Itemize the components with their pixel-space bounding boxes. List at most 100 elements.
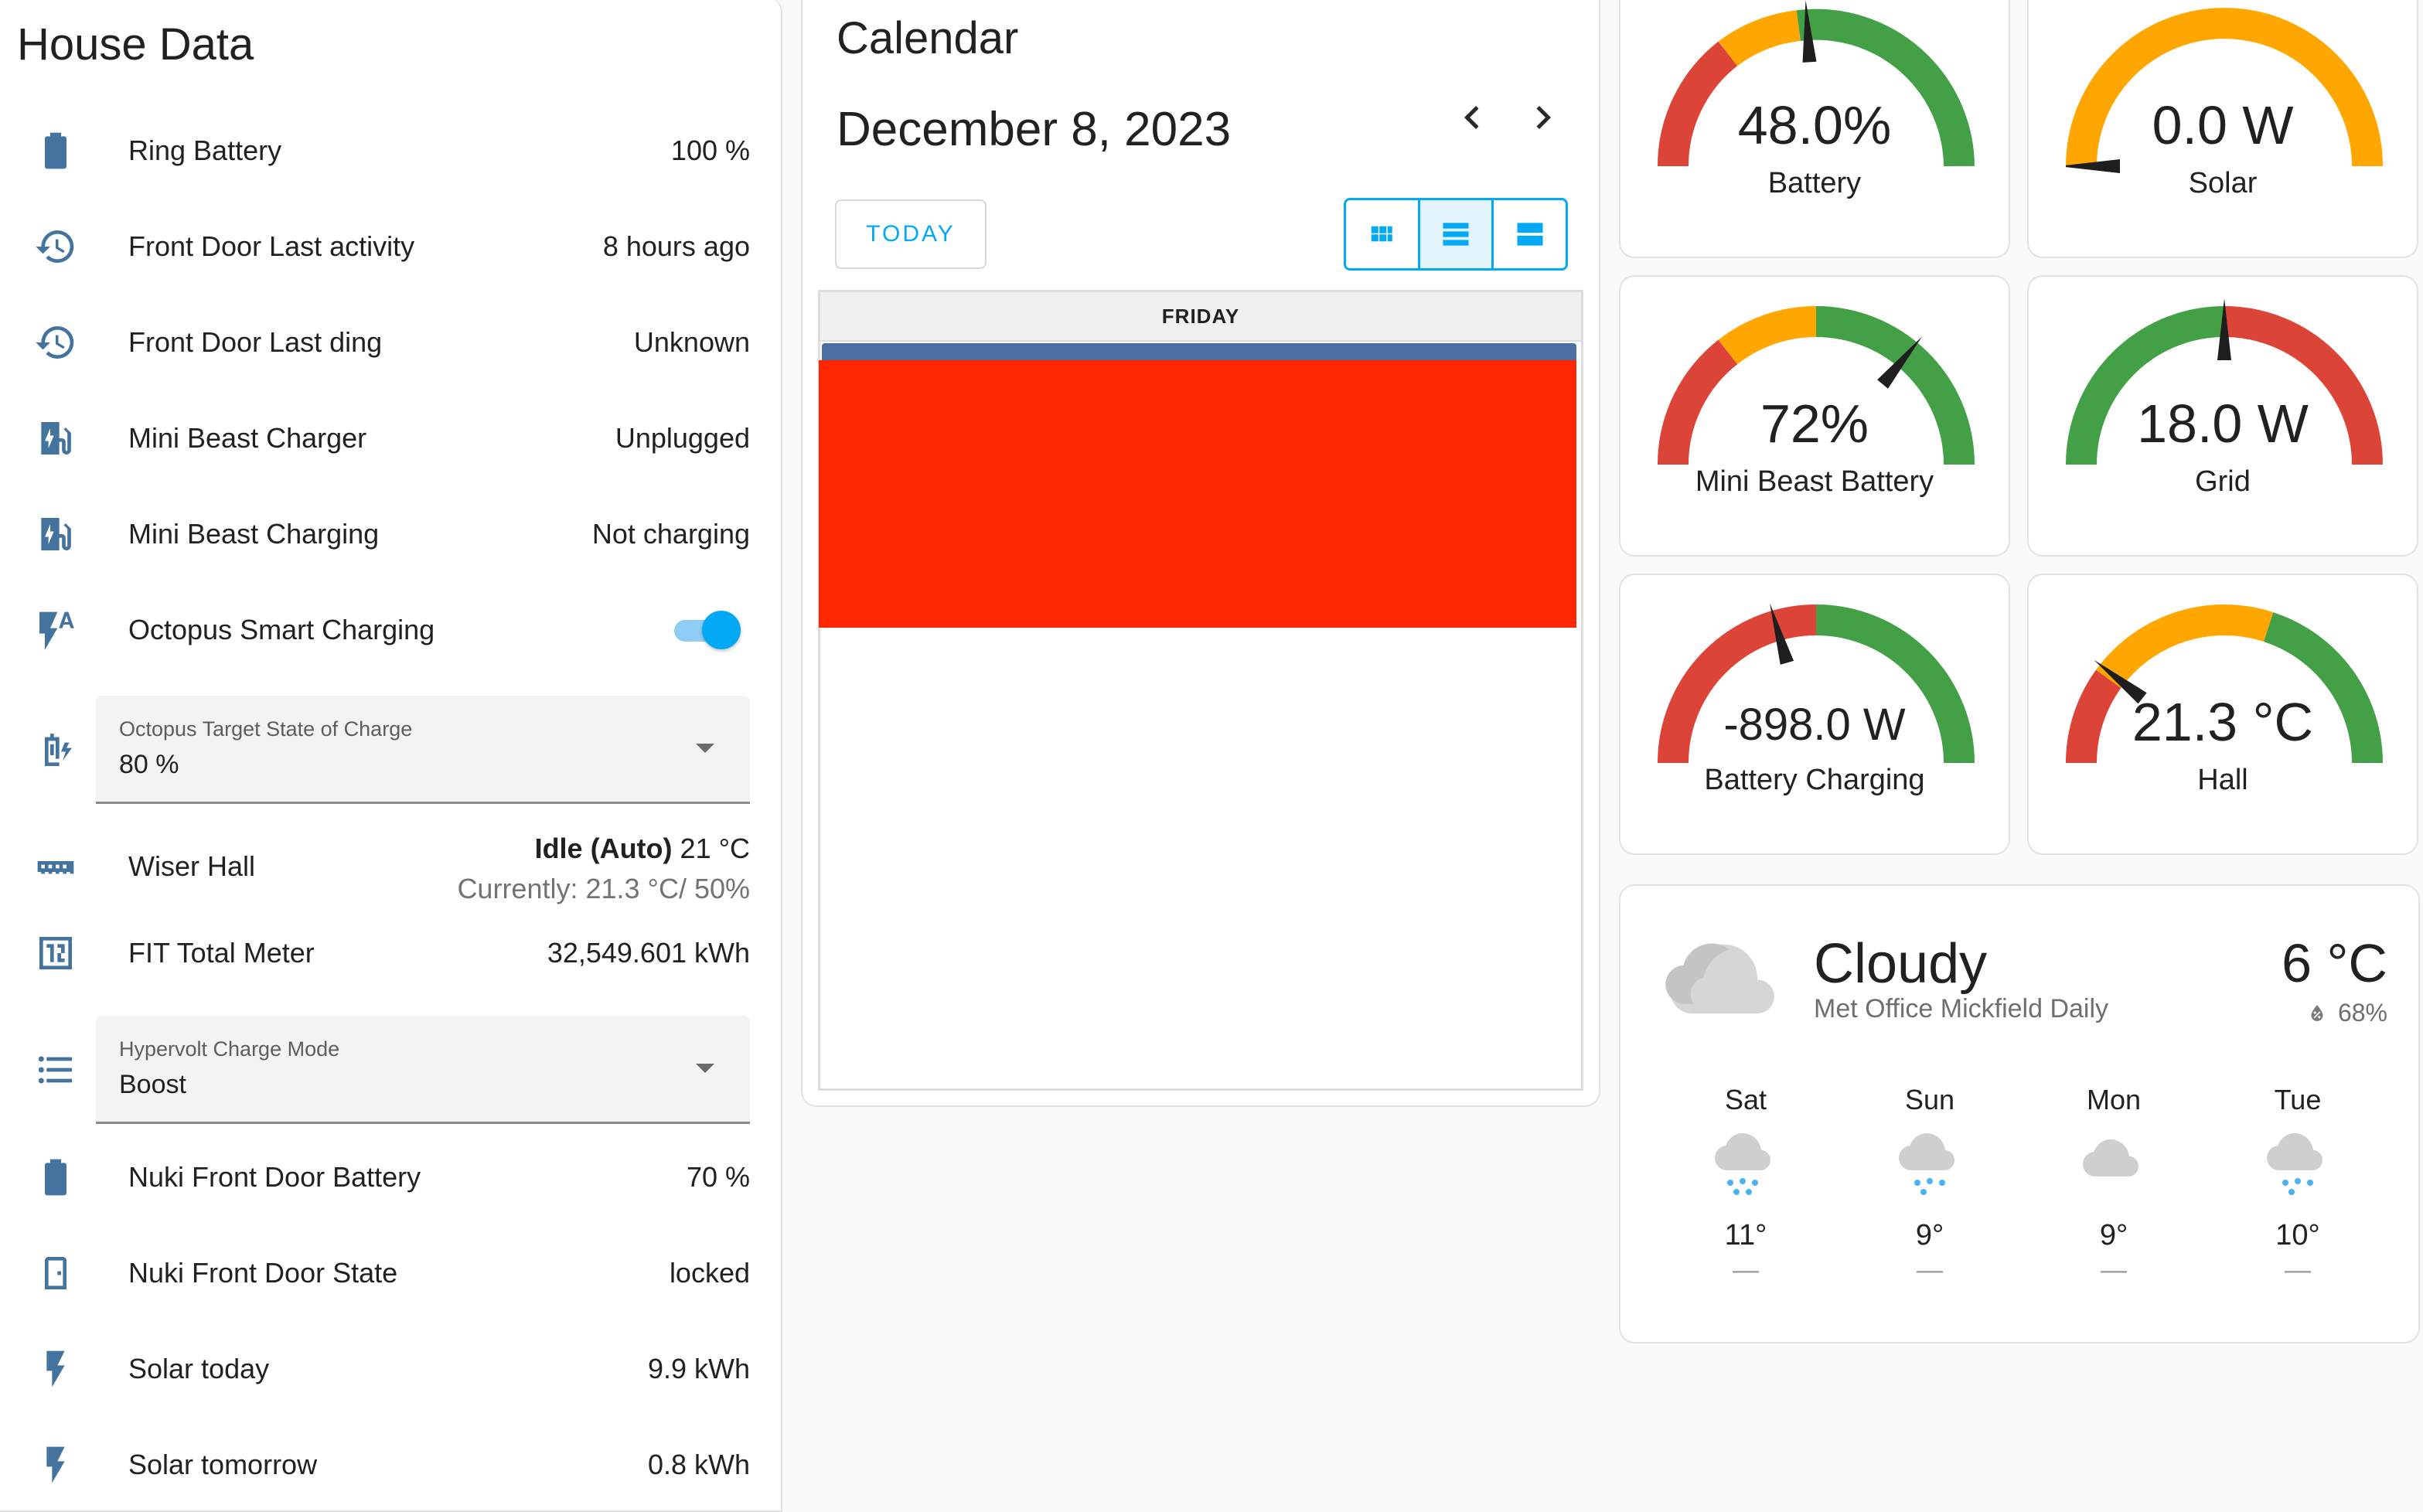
calendar-current-date: December 8, 2023 (837, 103, 1232, 156)
forecast-day: Tue 10° — (2228, 1084, 2367, 1286)
entity-value: 32,549.601 kWh (547, 937, 750, 969)
prev-day-button[interactable] (1449, 94, 1495, 152)
gauge-card-hall[interactable]: 21.3 °C Hall (2027, 574, 2418, 855)
forecast-temp: 11° (1724, 1219, 1767, 1251)
week-list-icon (1443, 223, 1469, 246)
select-label: Hypervolt Charge Mode (119, 1037, 340, 1061)
rainy-icon (1714, 1133, 1770, 1195)
forecast-day-label: Mon (2086, 1084, 2142, 1115)
entity-value: locked (669, 1257, 750, 1289)
entity-label: Octopus Smart Charging (128, 614, 435, 645)
forecast-temp: 9° (1915, 1219, 1944, 1251)
entity-label: Nuki Front Door Battery (128, 1161, 421, 1193)
entity-row-hypervolt-mode: Hypervolt Charge Mode Boost (0, 1016, 782, 1124)
entity-value: 100 % (670, 135, 750, 166)
select-value: 80 % (119, 750, 179, 779)
entity-label: Solar today (128, 1353, 270, 1384)
forecast-day-label: Sat (1724, 1084, 1767, 1115)
weather-temperature: 6 °C (2282, 933, 2387, 993)
hypervolt-mode-select[interactable]: Hypervolt Charge Mode Boost (96, 1016, 750, 1124)
battery-icon (32, 1154, 79, 1200)
entity-value: Unplugged (615, 422, 750, 454)
entity-label: Wiser Hall (128, 850, 256, 882)
rainy-icon (2266, 1133, 2322, 1195)
next-day-button[interactable] (1520, 94, 1566, 152)
entity-label: Mini Beast Charger (128, 422, 367, 454)
gauge-value: 72% (1760, 393, 1869, 454)
gauge-name: Solar (2188, 167, 2258, 199)
toggle-knob (702, 611, 741, 649)
forecast-temp: 9° (2099, 1219, 2128, 1251)
water-percent-icon (2311, 1004, 2323, 1021)
entity-row-mini-beast-charging[interactable]: Mini Beast Charging Not charging (0, 492, 782, 577)
gauge-value: 0.0 W (2152, 95, 2294, 155)
gauge-card-grid[interactable]: 18.0 W Grid (2027, 275, 2418, 557)
battery-icon (32, 128, 79, 174)
entity-label: Ring Battery (128, 135, 282, 166)
meter-icon (32, 930, 79, 976)
entity-row-nuki-battery[interactable]: Nuki Front Door Battery 70 % (0, 1135, 782, 1220)
card-title: Calendar (837, 13, 1019, 63)
entity-row-octopus-smart-charging: Octopus Smart Charging (0, 587, 782, 673)
select-value: Boost (119, 1070, 186, 1099)
entity-row-octopus-target: Octopus Target State of Charge 80 % (0, 696, 782, 804)
forecast-low: — (1733, 1255, 1759, 1285)
entity-row-ring-battery[interactable]: Ring Battery 100 % (0, 108, 782, 193)
gauge-name: Mini Beast Battery (1695, 465, 1934, 498)
forecast-day: Sat 11° — (1676, 1084, 1815, 1286)
gauge-card-mini-beast-battery[interactable]: 72% Mini Beast Battery (1619, 275, 2010, 557)
gauge-segment-orange (2096, 604, 2274, 689)
forecast-day: Sun 9° — (1860, 1084, 1999, 1286)
entity-value: Unknown (633, 326, 750, 358)
battery-charging-icon (32, 727, 79, 773)
smart-charging-toggle[interactable] (670, 611, 741, 649)
gauge-segment-orange (1718, 306, 1817, 365)
day-view-button[interactable] (1494, 200, 1566, 268)
dropdown-arrow-icon (696, 744, 714, 753)
chevron-right-icon (1536, 106, 1551, 129)
gauge-name: Hall (2197, 764, 2248, 796)
entity-row-front-door-last-ding[interactable]: Front Door Last ding Unknown (0, 300, 782, 385)
forecast-day-label: Tue (2274, 1084, 2322, 1115)
forecast-low: — (2101, 1255, 2127, 1285)
month-view-button[interactable] (1346, 200, 1420, 268)
entity-row-fit-total-meter[interactable]: FIT Total Meter 32,549.601 kWh (0, 911, 782, 996)
list-icon (32, 1047, 79, 1093)
climate-target: 21 °C (680, 833, 750, 864)
weather-forecast-card[interactable]: Cloudy Met Office Mickfield Daily 6 °C 6… (1619, 884, 2420, 1343)
entity-row-solar-today[interactable]: Solar today 9.9 kWh (0, 1326, 782, 1412)
today-button[interactable]: TODAY (835, 199, 987, 269)
gauge-card-solar[interactable]: 0.0 W Solar (2027, 0, 2418, 258)
gauge-name: Battery (1767, 167, 1862, 199)
history-icon (32, 223, 79, 270)
gauge-value: 48.0% (1737, 95, 1892, 155)
weather-source: Met Office Mickfield Daily (1814, 994, 2109, 1023)
cloudy-icon (1665, 943, 1774, 1014)
gauge-name: Battery Charging (1704, 764, 1925, 796)
gauge-card-battery[interactable]: 48.0% Battery (1619, 0, 2010, 258)
door-icon (32, 1250, 79, 1296)
entity-row-solar-tomorrow[interactable]: Solar tomorrow 0.8 kWh (0, 1422, 782, 1507)
entity-row-front-door-last-activity[interactable]: Front Door Last activity 8 hours ago (0, 204, 782, 289)
climate-mode: Idle (Auto) (534, 833, 673, 864)
entity-row-wiser-hall[interactable]: Wiser Hall Idle (Auto) 21 °C Currently: … (0, 816, 782, 917)
rainy-icon (1898, 1133, 1954, 1195)
entity-row-nuki-state[interactable]: Nuki Front Door State locked (0, 1231, 782, 1316)
entity-row-mini-beast-charger[interactable]: Mini Beast Charger Unplugged (0, 396, 782, 481)
octopus-target-select[interactable]: Octopus Target State of Charge 80 % (96, 696, 750, 804)
redaction-block (819, 360, 1576, 628)
weather-humidity: 68% (2305, 999, 2387, 1027)
flash-icon (32, 1442, 79, 1488)
history-icon (32, 319, 79, 366)
humidity-value: 68% (2337, 999, 2387, 1027)
day-view-icon (1517, 223, 1543, 246)
gauge-card-battery-charging[interactable]: -898.0 W Battery Charging (1619, 574, 2010, 855)
ev-station-icon (32, 511, 79, 557)
gauge-name: Grid (2195, 465, 2251, 498)
entity-label: Front Door Last activity (128, 230, 415, 262)
entity-label: Mini Beast Charging (128, 518, 380, 550)
card-title: House Data (17, 19, 254, 70)
forecast-day-label: Sun (1904, 1084, 1955, 1115)
entity-value: 8 hours ago (602, 230, 750, 262)
list-view-button[interactable] (1419, 200, 1494, 268)
